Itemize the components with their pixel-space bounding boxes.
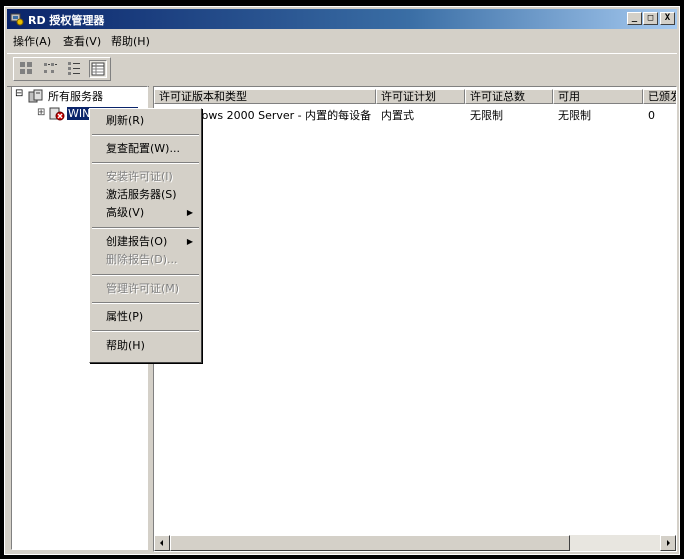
context-menu: 刷新(R) 复查配置(W)... 安装许可证(I) 激活服务器(S) 高级(V)… (89, 108, 202, 363)
tree-collapse-icon[interactable]: ⊟ (15, 88, 23, 99)
menu-separator (92, 134, 199, 136)
menu-item-manage-licenses[interactable]: 管理许可证(M) (92, 280, 199, 298)
menu-bar: 操作(A) 查看(V) 帮助(H) (7, 31, 677, 50)
cell-total-licenses: 无限制 (470, 109, 503, 122)
app-icon (10, 13, 24, 26)
horizontal-scrollbar[interactable] (154, 535, 676, 551)
menu-item-label: 激活服务器(S) (106, 188, 177, 201)
details-view-icon[interactable] (89, 60, 107, 78)
menu-item-label: 帮助(H) (106, 339, 145, 352)
menu-separator (92, 274, 199, 276)
menu-item-properties[interactable]: 属性(P) (92, 308, 199, 326)
cell-license-version: Windows 2000 Server - 内置的每设备… (174, 109, 372, 122)
column-header-license-version[interactable]: 许可证版本和类型 (154, 89, 376, 104)
menu-item-label: 删除报告(D)... (106, 253, 178, 266)
column-header-issued[interactable]: 已颁发 (643, 89, 676, 104)
column-header-license-program[interactable]: 许可证计划 (376, 89, 465, 104)
scroll-right-button[interactable] (660, 535, 676, 551)
column-header-available[interactable]: 可用 (553, 89, 643, 104)
menu-item-label: 刷新(R) (106, 114, 145, 127)
window-title: RD 授权管理器 (28, 14, 105, 27)
submenu-arrow-icon: ▶ (186, 237, 193, 246)
menu-item-install-licenses[interactable]: 安装许可证(I) (92, 168, 199, 186)
menu-action[interactable]: 操作(A) (13, 33, 51, 49)
menu-help[interactable]: 帮助(H) (111, 33, 150, 49)
tree-root-label[interactable]: 所有服务器 (48, 88, 103, 104)
toolbar (7, 53, 677, 87)
menu-item-help[interactable]: 帮助(H) (92, 337, 199, 355)
menu-item-delete-report[interactable]: 删除报告(D)... (92, 251, 199, 269)
view-buttons-group (13, 57, 111, 81)
menu-item-label: 属性(P) (106, 310, 144, 323)
server-group-icon (28, 89, 43, 103)
menu-separator (92, 227, 199, 229)
cell-license-program: 内置式 (381, 109, 414, 122)
title-bar[interactable]: RD 授权管理器 _ □ X (7, 9, 677, 29)
cell-issued: 0 (648, 109, 655, 122)
scroll-thumb[interactable] (170, 535, 570, 551)
menu-item-label: 复查配置(W)... (106, 142, 180, 155)
rd-licensing-manager-window: RD 授权管理器 _ □ X 操作(A) 查看(V) 帮助(H) ⊟ 所有服务器… (4, 6, 680, 555)
maximize-button[interactable]: □ (643, 12, 658, 25)
menu-item-review-config[interactable]: 复查配置(W)... (92, 140, 199, 158)
cell-available: 无限制 (558, 109, 591, 122)
menu-item-create-report[interactable]: 创建报告(O) ▶ (92, 233, 199, 251)
menu-item-advanced[interactable]: 高级(V) ▶ (92, 204, 199, 222)
menu-item-label: 高级(V) (106, 206, 145, 219)
menu-separator (92, 330, 199, 332)
minimize-button[interactable]: _ (627, 12, 642, 25)
scroll-left-button[interactable] (154, 535, 170, 551)
close-button[interactable]: X (660, 12, 675, 25)
menu-separator (92, 302, 199, 304)
large-icons-view-icon[interactable] (18, 60, 36, 78)
menu-item-activate-server[interactable]: 激活服务器(S) (92, 186, 199, 204)
submenu-arrow-icon: ▶ (186, 208, 193, 217)
menu-view[interactable]: 查看(V) (63, 33, 101, 49)
license-list-pane[interactable]: 许可证版本和类型 许可证计划 许可证总数 可用 已颁发 Windows 2000… (153, 86, 677, 552)
menu-item-label: 安装许可证(I) (106, 170, 173, 183)
tree-expand-icon[interactable]: ⊞ (37, 107, 45, 118)
column-header-total-licenses[interactable]: 许可证总数 (465, 89, 553, 104)
menu-item-refresh[interactable]: 刷新(R) (92, 112, 199, 130)
server-error-icon (49, 107, 65, 121)
list-view-icon[interactable] (66, 60, 84, 78)
menu-item-label: 创建报告(O) (106, 235, 168, 248)
small-icons-view-icon[interactable] (42, 60, 60, 78)
menu-separator (92, 162, 199, 164)
menu-item-label: 管理许可证(M) (106, 282, 180, 295)
